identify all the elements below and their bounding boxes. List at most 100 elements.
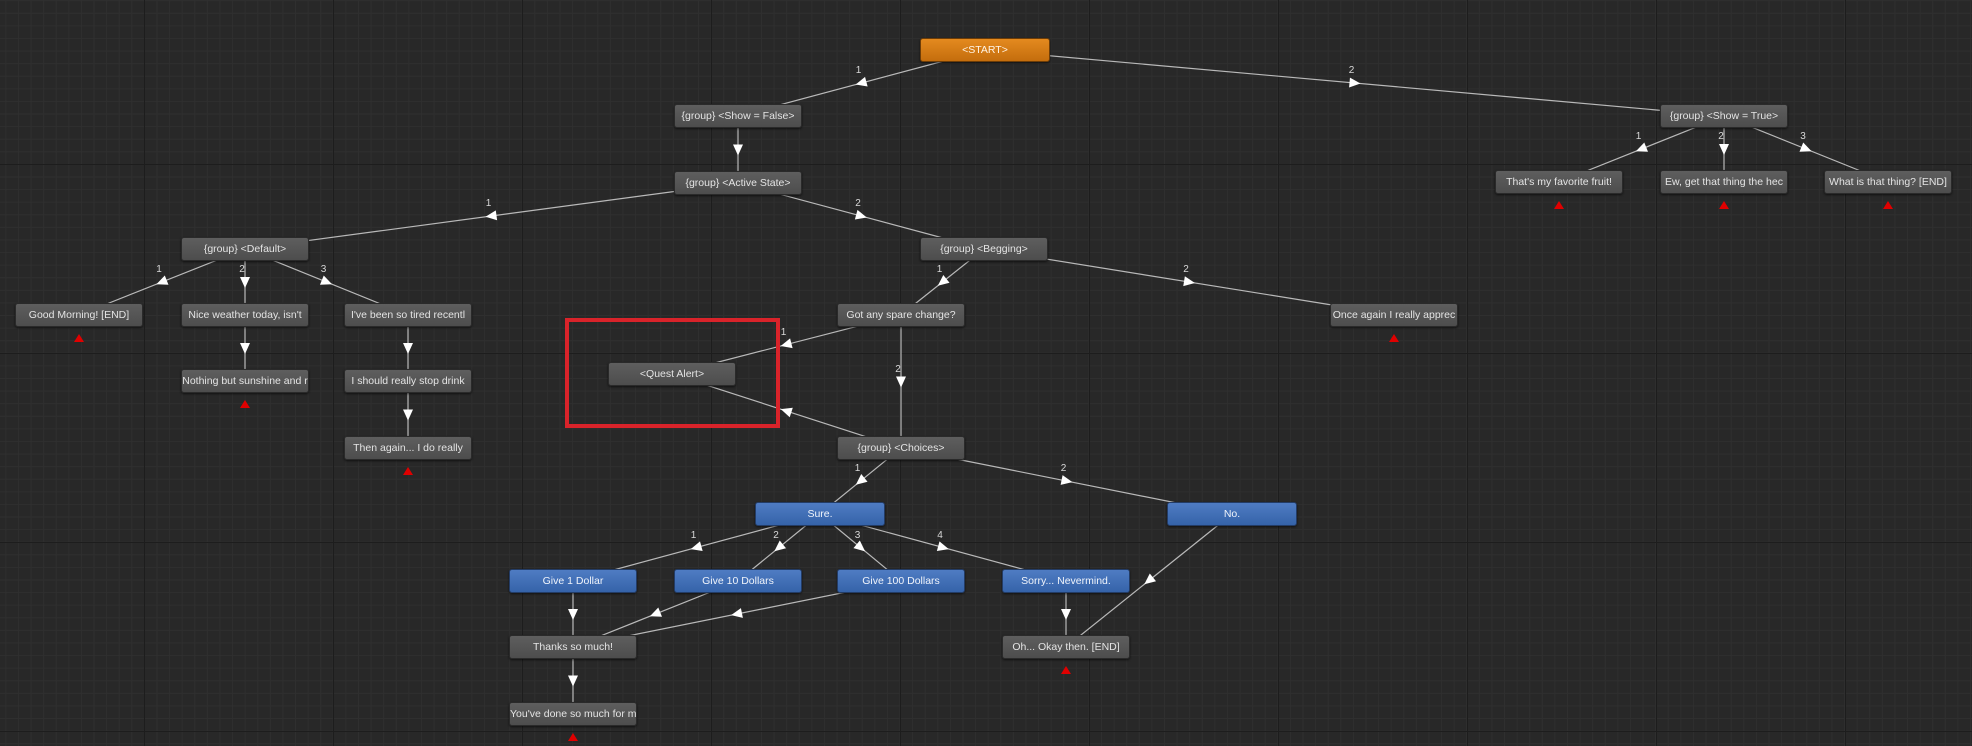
arrow-icon	[733, 144, 743, 156]
dialogue-node[interactable]: Good Morning! [END]	[15, 303, 143, 327]
dialogue-node[interactable]: Once again I really apprec	[1330, 303, 1458, 327]
node-label: Sure.	[807, 508, 833, 520]
end-marker-icon	[1883, 201, 1893, 209]
connection-order-label: 1	[936, 264, 943, 275]
dialogue-node[interactable]: Give 100 Dollars	[837, 569, 965, 593]
dialogue-node[interactable]: You've done so much for me	[509, 702, 637, 726]
dialogue-node[interactable]: {group} <Show = False>	[674, 104, 802, 128]
node-label: Oh... Okay then. [END]	[1012, 641, 1120, 653]
node-label: Got any spare change?	[846, 309, 956, 321]
connection-order-label: 2	[855, 198, 861, 209]
arrow-icon	[1183, 276, 1195, 287]
dialogue-node[interactable]: Got any spare change?	[837, 303, 965, 327]
arrow-icon	[485, 210, 498, 221]
arrow-icon	[774, 540, 787, 552]
node-label: Nice weather today, isn't	[188, 309, 302, 321]
dialogue-node[interactable]: No.	[1167, 502, 1297, 526]
dialogue-node[interactable]: {group} <Begging>	[920, 237, 1048, 261]
dialogue-node[interactable]: What is that thing? [END]	[1824, 170, 1952, 194]
arrow-icon	[731, 608, 743, 618]
end-marker-icon	[240, 400, 250, 408]
arrow-icon	[649, 607, 662, 617]
node-label: <Quest Alert>	[639, 368, 705, 380]
connection-order-label: 3	[854, 529, 861, 541]
dialogue-node[interactable]: I should really stop drink	[344, 369, 472, 393]
arrow-icon	[240, 277, 250, 288]
node-label: {group} <Default>	[203, 243, 287, 255]
node-label: Sorry... Nevermind.	[1021, 575, 1111, 587]
node-label: That's my favorite fruit!	[1506, 176, 1612, 188]
dialogue-node[interactable]: {group} <Active State>	[674, 171, 802, 195]
connection-order-label: 3	[1800, 131, 1806, 142]
end-marker-icon	[74, 334, 84, 342]
connection-order-label: 1	[854, 463, 861, 474]
node-label: {group} <Choices>	[857, 442, 945, 454]
dialogue-node[interactable]: {group} <Choices>	[837, 436, 965, 460]
connection-order-label: 2	[1348, 65, 1355, 76]
arrow-icon	[936, 541, 949, 552]
dialogue-node[interactable]: {group} <Default>	[181, 237, 309, 261]
arrow-icon	[690, 541, 703, 552]
connection-order-label: 2	[1718, 131, 1724, 142]
connection-order-label: 4	[937, 529, 943, 541]
end-marker-icon	[403, 467, 413, 475]
arrow-icon	[403, 409, 413, 421]
dialogue-node[interactable]: Oh... Okay then. [END]	[1002, 635, 1130, 659]
node-label: {group} <Show = True>	[1669, 110, 1779, 122]
dialogue-node[interactable]: Give 1 Dollar	[509, 569, 637, 593]
dialogue-node[interactable]: Nothing but sunshine and r	[181, 369, 309, 393]
dialogue-node[interactable]: Ew, get that thing the hec	[1660, 170, 1788, 194]
connection-order-label: 1	[1635, 131, 1642, 142]
connection-order-label: 2	[1183, 264, 1189, 275]
arrow-icon	[780, 407, 793, 418]
node-label: No.	[1223, 508, 1241, 520]
connection-order-label: 3	[320, 264, 327, 275]
arrow-icon	[855, 473, 868, 485]
connection-order-label: 1	[690, 529, 697, 541]
arrow-icon	[1635, 142, 1648, 152]
arrow-icon	[568, 609, 578, 620]
arrow-icon	[1144, 573, 1157, 585]
node-label: Then again... I do really	[353, 442, 463, 454]
node-label: Ew, get that thing the hec	[1665, 176, 1783, 188]
node-label: Give 1 Dollar	[542, 575, 604, 587]
dialogue-node[interactable]: Nice weather today, isn't	[181, 303, 309, 327]
node-label: Good Morning! [END]	[28, 309, 130, 321]
dialogue-node[interactable]: Sure.	[755, 502, 885, 526]
arrow-icon	[1349, 77, 1361, 88]
node-label: Give 10 Dollars	[702, 575, 774, 587]
node-label: I should really stop drink	[351, 375, 465, 387]
dialogue-node[interactable]: Sorry... Nevermind.	[1002, 569, 1130, 593]
dialogue-node[interactable]: Give 10 Dollars	[674, 569, 802, 593]
node-label: Once again I really apprec	[1332, 309, 1456, 321]
dialogue-node[interactable]: I've been so tired recentl	[344, 303, 472, 327]
end-marker-icon	[1061, 666, 1071, 674]
connection-order-label: 2	[239, 264, 245, 275]
arrow-icon	[853, 540, 866, 552]
dialogue-node[interactable]: Thanks so much!	[509, 635, 637, 659]
arrow-icon	[319, 275, 333, 285]
node-label: What is that thing? [END]	[1829, 176, 1947, 188]
dialogue-node[interactable]: <START>	[920, 38, 1050, 62]
dialogue-node[interactable]: That's my favorite fruit!	[1495, 170, 1623, 194]
dialogue-node[interactable]: {group} <Show = True>	[1660, 104, 1788, 128]
node-label: {group} <Active State>	[685, 177, 791, 189]
end-marker-icon	[1389, 334, 1399, 342]
node-label: You've done so much for me	[510, 708, 637, 720]
arrow-icon	[855, 76, 868, 87]
connection-order-label: 2	[773, 529, 779, 541]
dialogue-node[interactable]: Then again... I do really	[344, 436, 472, 460]
arrow-icon	[780, 338, 793, 349]
arrow-icon	[568, 675, 578, 687]
node-label: Thanks so much!	[533, 641, 613, 653]
node-label: I've been so tired recentl	[350, 309, 466, 321]
dialogue-node[interactable]: <Quest Alert>	[608, 362, 736, 386]
arrow-icon	[240, 343, 250, 354]
connection-order-label: 1	[855, 65, 862, 76]
end-marker-icon	[568, 733, 578, 741]
arrow-icon	[1060, 475, 1073, 485]
connection-order-label: 1	[485, 198, 492, 209]
arrow-icon	[1799, 142, 1812, 152]
node-label: Nothing but sunshine and r	[182, 375, 308, 387]
arrow-icon	[156, 275, 169, 285]
